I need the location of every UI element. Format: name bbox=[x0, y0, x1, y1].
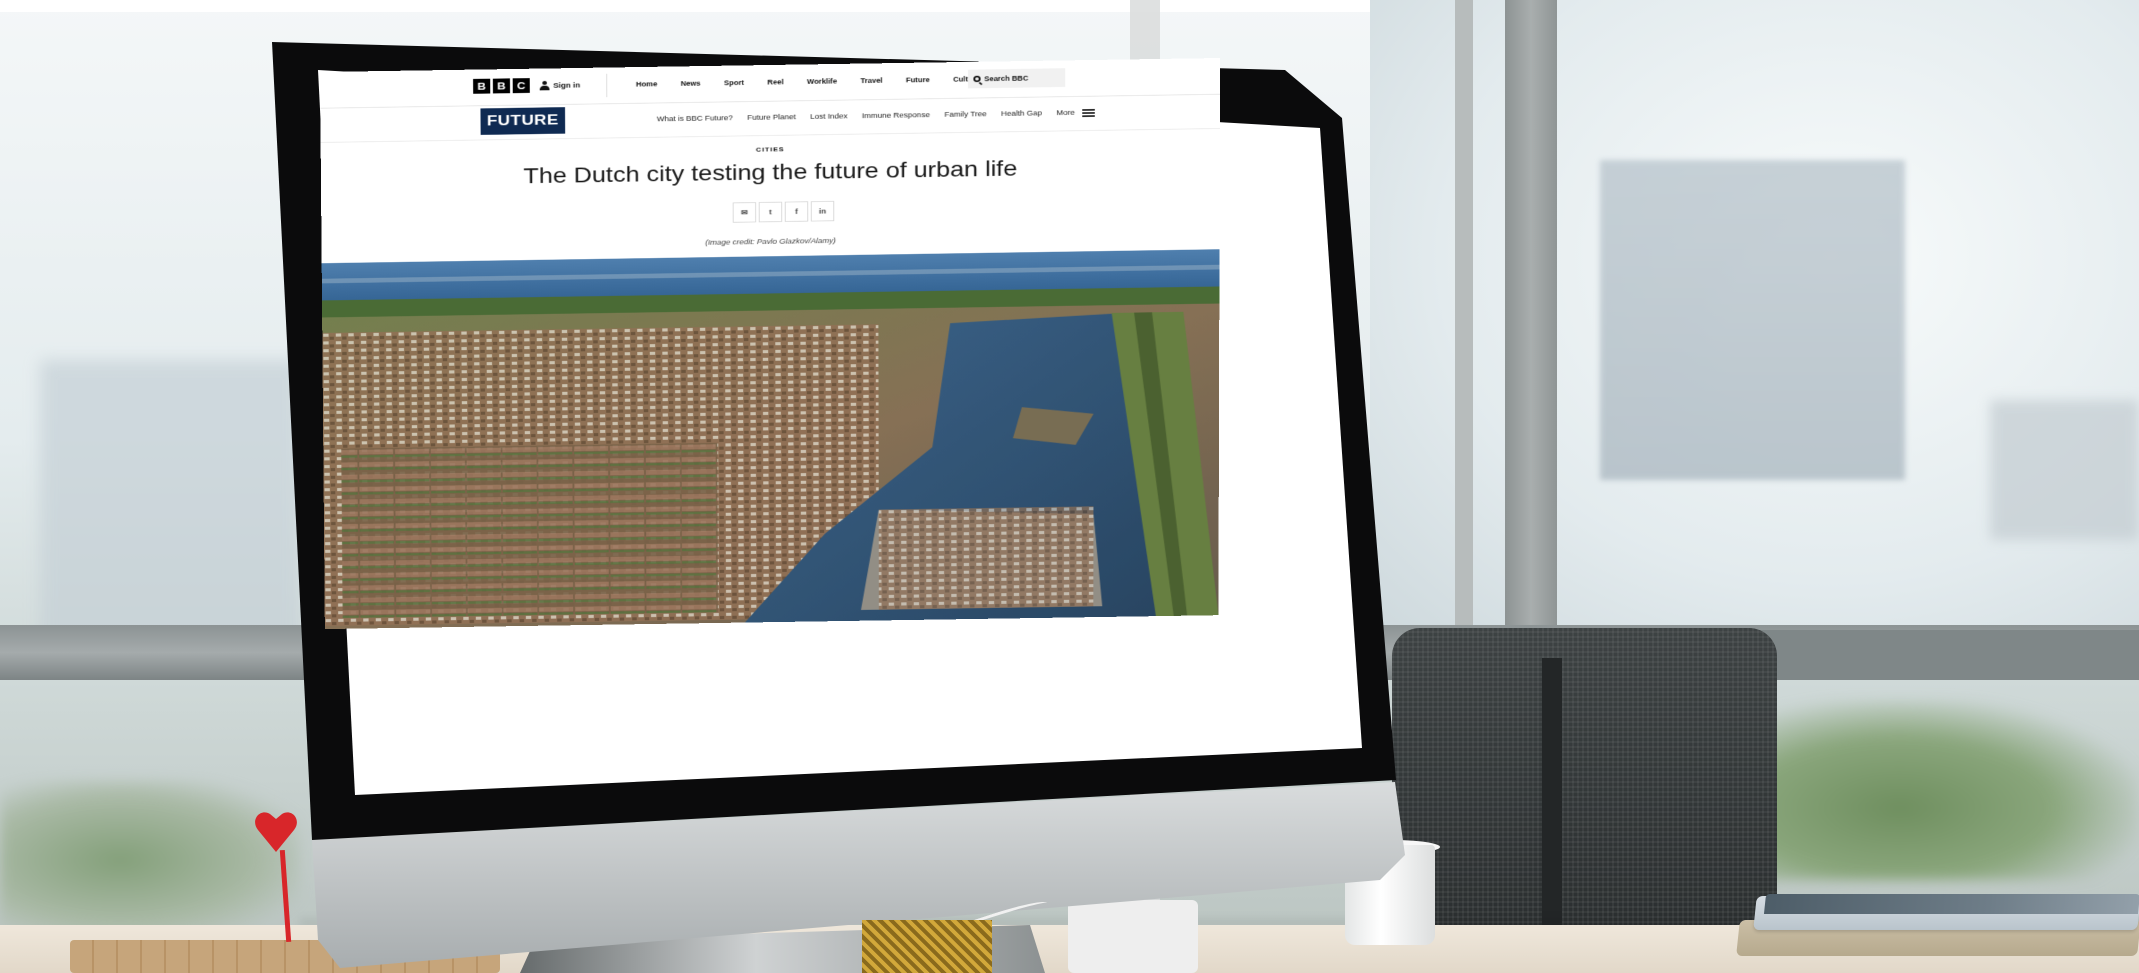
search-icon bbox=[973, 75, 981, 83]
logo-letter: B bbox=[473, 78, 491, 94]
bbc-future-webpage: B B C Sign in Home News Sport Reel Workl… bbox=[320, 58, 1220, 630]
sign-in-link[interactable]: Sign in bbox=[540, 80, 581, 90]
nav-divider bbox=[606, 73, 608, 98]
hero-image bbox=[321, 249, 1220, 630]
subnav-item-health-gap[interactable]: Health Gap bbox=[994, 109, 1049, 118]
subnav-item-lost-index[interactable]: Lost Index bbox=[803, 112, 855, 121]
email-icon[interactable]: ✉ bbox=[732, 202, 757, 223]
article-headline: The Dutch city testing the future of urb… bbox=[523, 156, 1018, 188]
nav-item-worklife[interactable]: Worklife bbox=[795, 77, 848, 86]
subnav-item-immune-response[interactable]: Immune Response bbox=[855, 111, 937, 120]
nav-item-reel[interactable]: Reel bbox=[756, 78, 796, 86]
subnav-item-future-planet[interactable]: Future Planet bbox=[740, 113, 803, 122]
nav-item-travel[interactable]: Travel bbox=[849, 76, 895, 84]
sign-in-label: Sign in bbox=[553, 81, 581, 90]
nav-item-future[interactable]: Future bbox=[894, 76, 941, 85]
nav-item-sport[interactable]: Sport bbox=[712, 78, 755, 87]
facebook-icon[interactable]: f bbox=[784, 201, 809, 222]
share-buttons: ✉ t f in bbox=[732, 200, 835, 223]
subnav-more[interactable]: More bbox=[1049, 108, 1102, 117]
search-placeholder: Search BBC bbox=[984, 74, 1029, 83]
nav-item-home[interactable]: Home bbox=[624, 80, 669, 88]
bbc-logo[interactable]: B B C bbox=[473, 78, 530, 94]
subnav-item-what-is-bbc-future[interactable]: What is BBC Future? bbox=[650, 114, 740, 123]
aerial-city-photo bbox=[321, 249, 1220, 630]
linkedin-icon[interactable]: in bbox=[810, 200, 835, 222]
pen-holder bbox=[862, 920, 992, 973]
heart-pin-icon bbox=[255, 812, 297, 852]
main-nav: Home News Sport Reel Worklife Travel Fut… bbox=[624, 72, 1021, 88]
subnav-item-family-tree[interactable]: Family Tree bbox=[937, 110, 994, 119]
logo-letter: B bbox=[492, 78, 511, 94]
subnav-more-label: More bbox=[1056, 108, 1075, 117]
user-icon bbox=[540, 81, 550, 91]
image-credit: (Image credit: Pavlo Glazkov/Alamy) bbox=[705, 236, 836, 247]
nav-item-news[interactable]: News bbox=[669, 79, 712, 87]
hamburger-menu-icon bbox=[1082, 108, 1096, 117]
future-logo[interactable]: FUTURE bbox=[480, 107, 566, 135]
search-box[interactable]: Search BBC bbox=[968, 68, 1066, 89]
twitter-icon[interactable]: t bbox=[758, 201, 783, 223]
future-sub-nav: What is BBC Future? Future Planet Lost I… bbox=[650, 108, 1103, 123]
logo-letter: C bbox=[512, 78, 530, 94]
